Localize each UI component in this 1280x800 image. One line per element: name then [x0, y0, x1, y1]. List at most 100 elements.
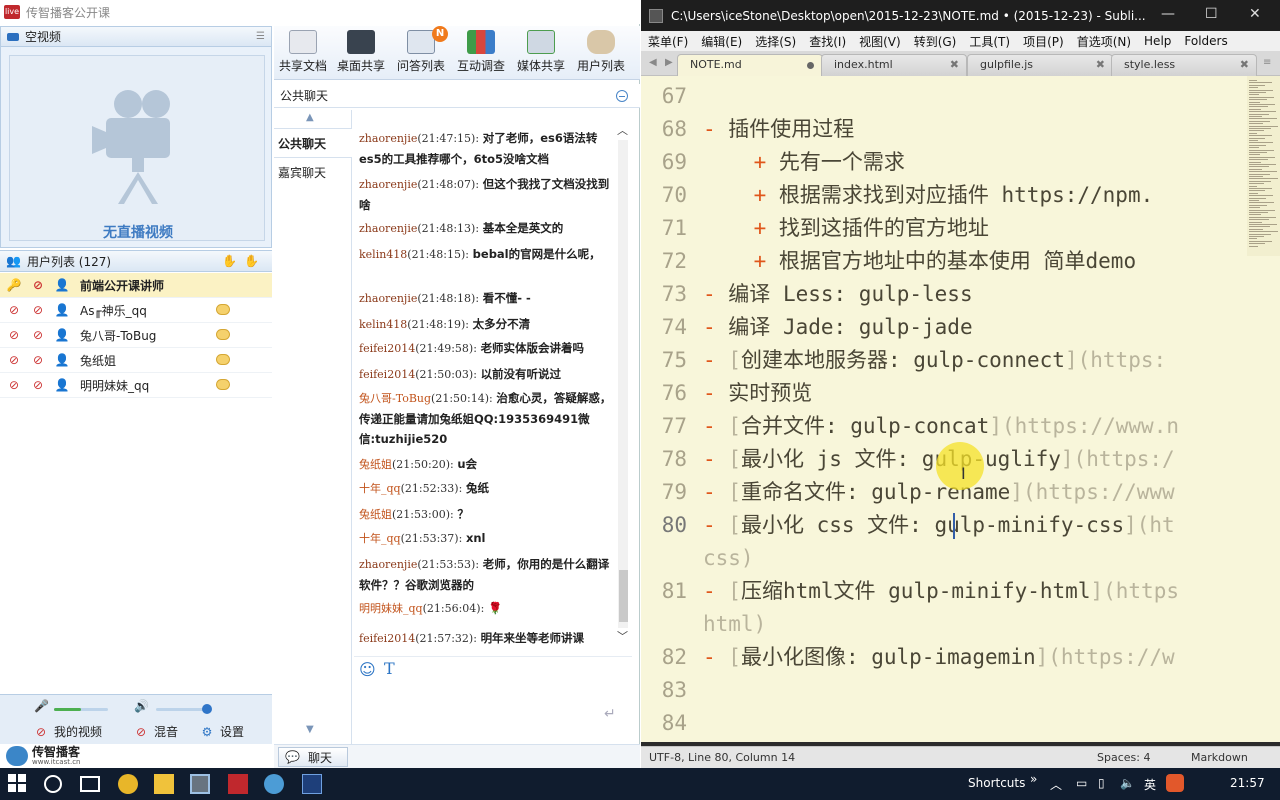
mic-slider[interactable]	[54, 708, 108, 711]
tab-guest-chat[interactable]: 嘉宾聊天	[274, 158, 352, 188]
app-taskbar-icon[interactable]	[264, 774, 284, 794]
media-share-button[interactable]: 媒体共享	[512, 30, 570, 78]
network-icon[interactable]: ▭	[1076, 776, 1087, 790]
indent-setting[interactable]: Spaces: 4	[1097, 751, 1150, 764]
code-line[interactable]: + 先有一个需求	[703, 146, 905, 179]
tab-list-icon[interactable]: ≡	[1263, 57, 1271, 68]
raise-hand-icon[interactable]: ✋	[222, 254, 237, 268]
scroll-up-icon[interactable]: ▲	[306, 112, 314, 123]
menu-item[interactable]: 转到(G)	[914, 33, 957, 50]
clock[interactable]: 21:57	[1230, 776, 1265, 790]
survey-button[interactable]: 互动调查	[452, 30, 510, 78]
chat-nick[interactable]: zhaorenjie	[359, 178, 417, 191]
chat-nick[interactable]: kelin418	[359, 248, 407, 261]
menu-item[interactable]: 项目(P)	[1023, 33, 1064, 50]
menu-item[interactable]: 编辑(E)	[701, 33, 742, 50]
text-format-icon[interactable]: T	[384, 659, 395, 678]
chat-nick[interactable]: 兔纸姐	[359, 458, 392, 471]
code-line[interactable]: css)	[703, 542, 754, 575]
code-line[interactable]: - [最小化 css 文件: gulp-minify-css](ht	[703, 509, 1175, 542]
file-explorer-icon[interactable]	[154, 774, 174, 794]
tab-index-html[interactable]: index.html ✖	[821, 54, 967, 76]
volume-icon[interactable]: 🔈	[1120, 776, 1135, 790]
chat-nick[interactable]: feifei2014	[359, 342, 415, 355]
code-line[interactable]: - [重命名文件: gulp-rename](https://www	[703, 476, 1175, 509]
close-icon[interactable]: ✕	[1249, 6, 1261, 22]
scroll-thumb[interactable]	[619, 570, 628, 622]
chat-nick[interactable]: 明明妹妹_qq	[359, 602, 423, 615]
powershell-icon[interactable]	[302, 774, 322, 794]
code-line[interactable]: html)	[703, 608, 766, 641]
tab-style-less[interactable]: style.less ✖	[1111, 54, 1257, 76]
menu-item[interactable]: 工具(T)	[969, 33, 1010, 50]
microphone-icon[interactable]: 🎤	[34, 699, 49, 713]
chevron-icon[interactable]: »	[1030, 772, 1037, 786]
hand-down-icon[interactable]: ✋	[244, 254, 259, 268]
settings-button[interactable]: ⚙ 设置	[200, 723, 244, 740]
tab-note-md[interactable]: NOTE.md	[677, 54, 823, 76]
code-line[interactable]: + 根据官方地址中的基本使用 简单demo	[703, 245, 1137, 278]
desktop-share-button[interactable]: 桌面共享	[332, 30, 390, 78]
minimize-icon[interactable]: —	[1161, 6, 1175, 22]
share-doc-button[interactable]: 共享文档	[274, 30, 332, 78]
tab-next-icon[interactable]: ▶	[665, 57, 673, 68]
code-line[interactable]: - [最小化图像: gulp-imagemin](https://w	[703, 641, 1175, 674]
volume-slider[interactable]	[156, 704, 212, 714]
user-row[interactable]: 🔑 ⊘ 👤 前端公开课讲师	[0, 273, 272, 298]
chat-nick[interactable]: kelin418	[359, 318, 407, 331]
code-line[interactable]: - 编译 Jade: gulp-jade	[703, 311, 973, 344]
code-line[interactable]: + 根据需求找到对应插件 https://npm.	[703, 179, 1154, 212]
user-row[interactable]: ⊘ ⊘ 👤 兔纸姐	[0, 348, 272, 373]
code-line[interactable]: - 实时预览	[703, 377, 812, 410]
scroll-down-icon[interactable]: ﹀	[617, 628, 628, 644]
emoji-icon[interactable]: ☺	[359, 660, 376, 679]
code-line[interactable]: - [合并文件: gulp-concat](https://www.n	[703, 410, 1179, 443]
menu-item[interactable]: 选择(S)	[755, 33, 796, 50]
menu-item[interactable]: Help	[1144, 34, 1171, 48]
chat-nick[interactable]: feifei2014	[359, 368, 415, 381]
task-view-icon[interactable]	[80, 776, 100, 792]
user-row[interactable]: ⊘ ⊘ 👤 兔八哥-ToBug	[0, 323, 272, 348]
code-line[interactable]: - 插件使用过程	[703, 113, 854, 146]
chat-bubble-icon[interactable]	[216, 354, 230, 365]
chat-nick[interactable]: 十年_qq	[359, 482, 401, 495]
sublime-taskbar-icon[interactable]	[190, 774, 210, 794]
chat-nick[interactable]: zhaorenjie	[359, 222, 417, 235]
maximize-icon[interactable]: ☐	[1205, 6, 1218, 22]
speaker-icon[interactable]: 🔊	[134, 699, 149, 713]
tab-prev-icon[interactable]: ◀	[649, 57, 657, 68]
code-line[interactable]: + 找到这插件的官方地址	[703, 212, 989, 245]
tray-up-icon[interactable]: ︿	[1050, 776, 1062, 793]
tab-close-icon[interactable]: ✖	[1096, 55, 1105, 75]
tab-public-chat[interactable]: 公共聊天	[274, 128, 352, 158]
menu-item[interactable]: 首选项(N)	[1077, 33, 1131, 50]
user-list-button[interactable]: 用户列表	[572, 30, 630, 78]
chrome-icon[interactable]	[118, 774, 138, 794]
chat-button[interactable]: 💬 聊天	[278, 747, 348, 767]
mix-button[interactable]: ⊘ 混音	[134, 723, 178, 740]
menu-item[interactable]: 视图(V)	[859, 33, 901, 50]
tab-close-icon[interactable]: ✖	[950, 55, 959, 75]
code-line[interactable]: - [压缩html文件 gulp-minify-html](https	[703, 575, 1179, 608]
chat-bubble-icon[interactable]	[216, 379, 230, 390]
menu-item[interactable]: 查找(I)	[809, 33, 846, 50]
chat-nick[interactable]: zhaorenjie	[359, 558, 417, 571]
scroll-down-icon[interactable]: ▼	[306, 724, 314, 735]
menu-item[interactable]: 菜单(F)	[648, 33, 688, 50]
search-icon[interactable]	[44, 775, 62, 793]
user-row[interactable]: ⊘ ⊘ 👤 As╓神乐_qq	[0, 298, 272, 323]
start-icon[interactable]	[8, 774, 28, 794]
sogou-icon[interactable]	[1166, 774, 1184, 792]
panel-menu-icon[interactable]: ☰	[256, 31, 265, 42]
syntax-setting[interactable]: Markdown	[1191, 751, 1248, 764]
chat-nick[interactable]: 兔八哥-ToBug	[359, 392, 431, 405]
user-row[interactable]: ⊘ ⊘ 👤 明明妹妹_qq	[0, 373, 272, 398]
send-icon[interactable]: ↵	[604, 706, 622, 722]
chat-bubble-icon[interactable]	[216, 329, 230, 340]
volume-knob[interactable]	[202, 704, 212, 714]
scroll-track[interactable]	[618, 140, 628, 628]
code-editor[interactable]: 67 68 69 70 71 72 73 74 75 76 77 78 79 80 81 82 83 84 - 插…	[641, 76, 1280, 742]
collapse-icon[interactable]	[616, 90, 628, 102]
chat-nick[interactable]: zhaorenjie	[359, 292, 417, 305]
live-app-taskbar-icon[interactable]	[228, 774, 248, 794]
